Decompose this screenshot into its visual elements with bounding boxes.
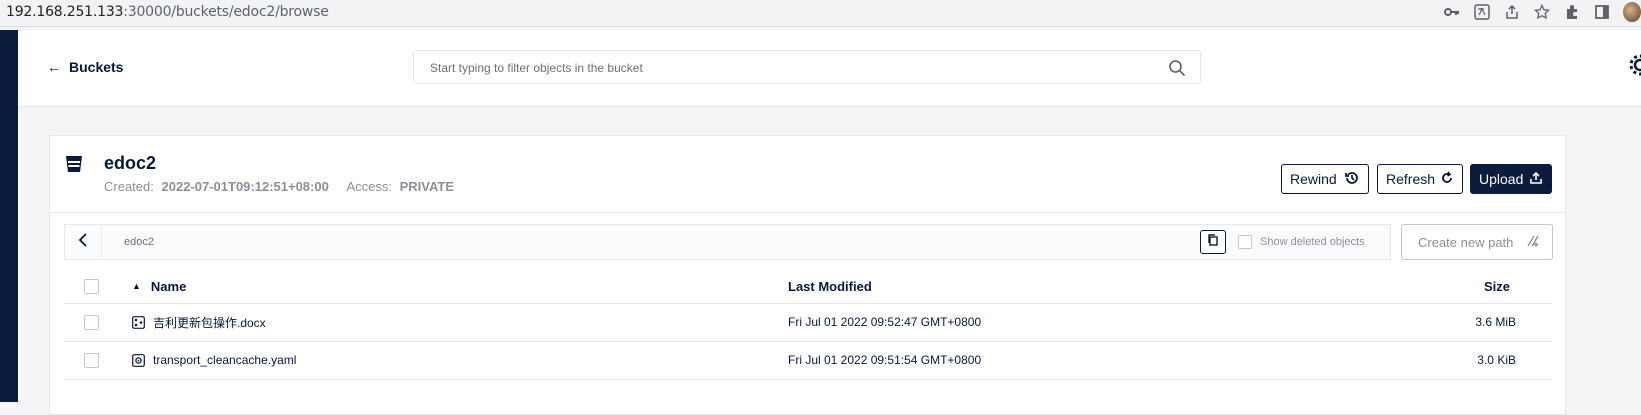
bucket-meta: Created: 2022-07-01T09:12:51+08:00 Acces… [104, 179, 454, 194]
table-row[interactable]: transport_cleancache.yaml Fri Jul 01 202… [64, 341, 1552, 380]
access-value: PRIVATE [399, 179, 455, 194]
key-icon[interactable] [1443, 3, 1461, 21]
object-size-cell: 3.0 KiB [1477, 341, 1516, 379]
path-breadcrumb-bar: edoc2 Show deleted objects [64, 224, 1391, 260]
upload-button[interactable]: Upload [1470, 164, 1552, 194]
copy-path-button[interactable] [1200, 230, 1226, 254]
config-file-icon [132, 353, 145, 367]
row-checkbox[interactable] [84, 352, 99, 368]
extensions-puzzle-icon[interactable] [1563, 3, 1581, 21]
browser-address-bar: 192.168.251.133:30000/buckets/edoc2/brow… [0, 0, 1641, 27]
search-input[interactable] [428, 51, 1152, 85]
rewind-label: Rewind [1290, 171, 1337, 187]
object-modified: Fri Jul 01 2022 09:51:54 GMT+0800 [788, 353, 982, 367]
create-path-label: Create new path [1418, 234, 1514, 250]
object-name-cell[interactable]: 吉利更新包操作.docx [132, 303, 266, 341]
column-header-name[interactable]: ▲ Name [132, 269, 186, 303]
profile-avatar-icon[interactable] [1623, 2, 1641, 22]
column-header-last-modified[interactable]: Last Modified [788, 269, 872, 303]
app-sidebar [0, 30, 18, 402]
refresh-label: Refresh [1386, 171, 1436, 187]
row-select-cell [84, 341, 99, 379]
arrow-left-icon: ← [47, 59, 61, 75]
rewind-button[interactable]: Rewind [1281, 164, 1369, 194]
upload-icon [1529, 171, 1543, 188]
url-path: :30000/buckets/edoc2/browse [123, 4, 329, 20]
back-label: Buckets [69, 59, 124, 75]
address-url[interactable]: 192.168.251.133:30000/buckets/edoc2/brow… [6, 4, 329, 20]
object-modified: Fri Jul 01 2022 09:52:47 GMT+0800 [788, 315, 982, 329]
copy-icon [1207, 233, 1219, 251]
settings-gear-icon[interactable] [1627, 52, 1641, 78]
search-icon[interactable] [1168, 59, 1186, 82]
translate-icon[interactable] [1473, 3, 1491, 21]
show-deleted-label: Show deleted objects [1260, 236, 1365, 248]
object-size-cell: 3.6 MiB [1475, 303, 1516, 341]
objects-table-header: ▲ Name Last Modified Size [64, 269, 1552, 304]
column-size-label: Size [1483, 278, 1510, 294]
document-icon [132, 315, 145, 329]
upload-label: Upload [1479, 171, 1524, 187]
row-checkbox[interactable] [84, 314, 99, 330]
back-to-buckets-link[interactable]: ← Buckets [47, 59, 123, 75]
object-modified-cell: Fri Jul 01 2022 09:51:54 GMT+0800 [788, 341, 981, 379]
star-icon[interactable] [1533, 3, 1551, 21]
table-row[interactable]: 吉利更新包操作.docx Fri Jul 01 2022 09:52:47 GM… [64, 303, 1552, 342]
current-path[interactable]: edoc2 [124, 236, 154, 248]
refresh-button[interactable]: Refresh [1377, 164, 1463, 194]
side-panel-icon[interactable] [1593, 3, 1611, 21]
bucket-browser-panel: edoc2 Created: 2022-07-01T09:12:51+08:00… [49, 135, 1566, 415]
refresh-icon [1440, 171, 1454, 188]
object-modified-cell: Fri Jul 01 2022 09:52:47 GMT+0800 [788, 303, 981, 341]
select-all-checkbox[interactable] [84, 278, 99, 294]
header-divider [50, 212, 1565, 213]
select-all-cell [84, 269, 99, 303]
show-deleted-checkbox[interactable] [1238, 235, 1252, 249]
new-path-icon [1526, 234, 1540, 251]
create-new-path-button[interactable]: Create new path [1401, 224, 1553, 260]
row-select-cell [84, 303, 99, 341]
path-back-button[interactable] [65, 225, 102, 259]
object-size: 3.6 MiB [1475, 315, 1516, 329]
object-name: transport_cleancache.yaml [153, 353, 297, 367]
created-label: Created: [104, 179, 154, 194]
bucket-name: edoc2 [104, 153, 157, 173]
object-size: 3.0 KiB [1477, 353, 1516, 367]
column-name-label: Name [150, 278, 187, 294]
share-icon[interactable] [1503, 3, 1521, 21]
chevron-left-icon [78, 232, 88, 253]
created-value: 2022-07-01T09:12:51+08:00 [161, 179, 329, 194]
app-topbar: ← Buckets [18, 30, 1641, 107]
access-label: Access: [346, 179, 392, 194]
history-icon [1344, 170, 1360, 189]
url-host: 192.168.251.133 [6, 4, 124, 20]
object-filter-search [413, 50, 1201, 85]
bucket-icon [64, 154, 84, 179]
sort-ascending-icon: ▲ [132, 281, 141, 291]
browser-toolbar-icons [1443, 2, 1641, 22]
column-modified-label: Last Modified [788, 278, 872, 294]
column-header-size[interactable]: Size [1484, 269, 1510, 303]
show-deleted-toggle[interactable]: Show deleted objects [1238, 235, 1365, 249]
object-name: 吉利更新包操作.docx [153, 315, 266, 330]
object-name-cell[interactable]: transport_cleancache.yaml [132, 341, 296, 379]
